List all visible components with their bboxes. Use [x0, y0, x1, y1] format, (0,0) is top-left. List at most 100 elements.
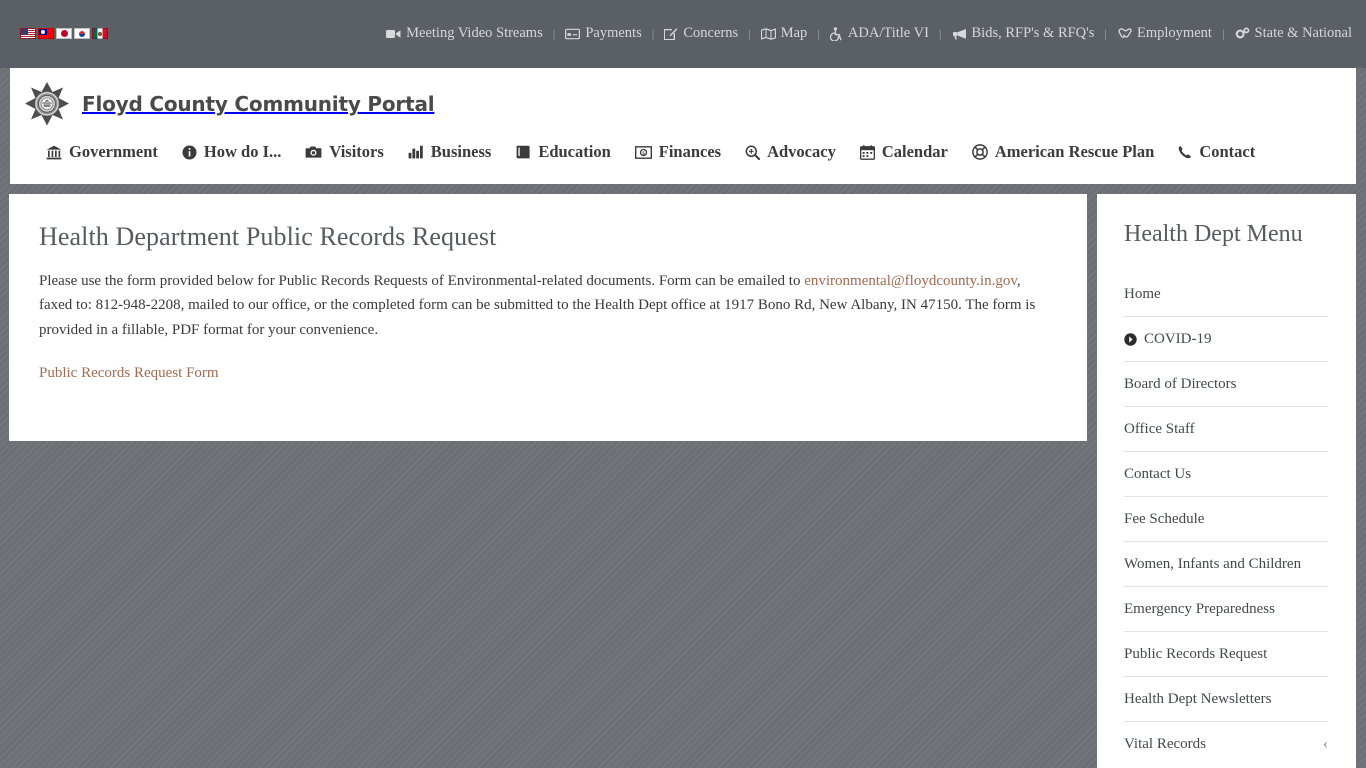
- form-link-container: Public Records Request Form: [9, 342, 1087, 382]
- top-link-label: Meeting Video Streams: [406, 25, 543, 41]
- nav-item-label: American Rescue Plan: [994, 142, 1155, 161]
- sidebar-item-health-dept-newsletters[interactable]: Health Dept Newsletters: [1124, 677, 1328, 722]
- separator: |: [748, 25, 751, 41]
- top-link-state-and-national[interactable]: State & National: [1233, 25, 1354, 42]
- nav-item-label: How do I...: [203, 142, 282, 161]
- county-seal-logo: [24, 81, 70, 127]
- paragraph-text-before-link: Please use the form provided below for P…: [39, 273, 805, 289]
- sidebar-item-women-infants-and-children[interactable]: Women, Infants and Children: [1124, 542, 1328, 587]
- pencil-square-icon: [664, 27, 678, 40]
- life-ring-icon: [971, 144, 988, 160]
- top-link-ada-title-vi[interactable]: ADA/Title VI: [828, 25, 931, 42]
- cogs-icon: [1235, 27, 1250, 40]
- nav-item-how-do-i[interactable]: How do I...: [170, 138, 293, 166]
- nav-item-label: Finances: [658, 142, 722, 161]
- top-link-label: Concerns: [683, 25, 739, 41]
- flag-united-states[interactable]: [20, 28, 36, 39]
- flag-south-korea[interactable]: [74, 28, 90, 39]
- sidebar-item-fee-schedule[interactable]: Fee Schedule: [1124, 497, 1328, 542]
- book-icon: [515, 145, 531, 159]
- info-circle-icon: [182, 145, 197, 160]
- sidebar-item-home[interactable]: Home: [1124, 272, 1328, 317]
- top-link-meeting-video-streams[interactable]: Meeting Video Streams: [384, 25, 545, 42]
- sidebar-item-label: Emergency Preparedness: [1124, 600, 1275, 617]
- nav-item-label: Government: [69, 142, 158, 161]
- flag-mexico[interactable]: [92, 28, 108, 39]
- sidebar-item-public-records-request[interactable]: Public Records Request: [1124, 632, 1328, 677]
- bar-chart-icon: [408, 145, 424, 159]
- nav-item-label: Calendar: [881, 142, 948, 161]
- top-link-payments[interactable]: Payments: [563, 25, 643, 42]
- separator: |: [1221, 25, 1225, 41]
- sidebar-item-label: Fee Schedule: [1124, 510, 1205, 527]
- public-records-request-form-link[interactable]: Public Records Request Form: [39, 365, 219, 381]
- credit-card-icon: [565, 28, 581, 40]
- separator: |: [938, 25, 942, 41]
- camera-icon: [305, 145, 322, 159]
- site-brand[interactable]: Floyd County Community Portal: [24, 74, 435, 134]
- page-title: Health Department Public Records Request: [39, 222, 497, 251]
- bullhorn-icon: [952, 28, 967, 40]
- top-link-employment[interactable]: Employment: [1115, 25, 1214, 42]
- nav-item-label: Advocacy: [767, 142, 836, 161]
- arrow-circle-right-icon: [1124, 332, 1137, 346]
- flag-taiwan[interactable]: [38, 28, 54, 39]
- site-title: Floyd County Community Portal: [82, 92, 435, 116]
- nav-item-label: Business: [430, 142, 492, 161]
- nav-item-calendar[interactable]: Calendar: [848, 138, 960, 166]
- sidebar-item-label: Health Dept Newsletters: [1124, 690, 1272, 707]
- sidebar-item-label: Office Staff: [1124, 420, 1195, 437]
- sidebar-item-label: Vital Records: [1124, 736, 1206, 752]
- top-link-map[interactable]: Map: [759, 25, 810, 42]
- wheelchair-icon: [829, 26, 843, 41]
- sidebar-item-office-staff[interactable]: Office Staff: [1124, 407, 1328, 452]
- sidebar-menu-list: Home COVID-19 Board of Directors Office …: [1097, 272, 1356, 767]
- separator: |: [1104, 25, 1108, 41]
- sidebar-item-emergency-preparedness[interactable]: Emergency Preparedness: [1124, 587, 1328, 632]
- email-link[interactable]: environmental@floydcounty.in.gov: [804, 273, 1017, 289]
- chevron-left-icon[interactable]: ‹: [1323, 737, 1328, 752]
- sidebar-item-board-of-directors[interactable]: Board of Directors: [1124, 362, 1328, 407]
- bank-icon: [46, 145, 62, 160]
- sidebar-item-label: Women, Infants and Children: [1124, 555, 1302, 572]
- top-link-bids-rfps-rfqs[interactable]: Bids, RFP's & RFQ's: [950, 25, 1097, 42]
- intro-paragraph: Please use the form provided below for P…: [9, 252, 1087, 342]
- money-icon: $: [634, 145, 652, 159]
- top-link-label: State & National: [1254, 25, 1352, 41]
- map-icon: [760, 27, 776, 40]
- phone-icon: [1178, 145, 1192, 159]
- nav-item-finances[interactable]: $ Finances: [623, 138, 733, 166]
- top-link-label: Employment: [1137, 25, 1212, 41]
- separator: |: [817, 25, 820, 41]
- flag-japan[interactable]: [56, 28, 72, 39]
- sidebar-item-contact-us[interactable]: Contact Us: [1124, 452, 1328, 497]
- sidebar-item-label: COVID-19: [1144, 330, 1212, 347]
- sidebar-item-vital-records[interactable]: Vital Records ‹: [1124, 722, 1328, 767]
- sidebar-item-label: Home: [1124, 285, 1161, 302]
- video-camera-icon: [386, 28, 401, 40]
- nav-item-government[interactable]: Government: [34, 138, 170, 166]
- separator: |: [552, 25, 556, 41]
- language-flag-switcher[interactable]: [20, 28, 108, 39]
- top-link-label: Bids, RFP's & RFQ's: [971, 25, 1095, 41]
- nav-item-visitors[interactable]: Visitors: [293, 138, 395, 166]
- nav-item-advocacy[interactable]: Advocacy: [733, 138, 848, 166]
- top-utility-links: Meeting Video Streams | Payments | Conce…: [384, 25, 1354, 42]
- top-link-label: ADA/Title VI: [847, 25, 929, 41]
- sidebar-item-label: Board of Directors: [1124, 375, 1237, 392]
- site-header: Floyd County Community Portal Government…: [10, 68, 1356, 184]
- sidebar-item-covid-19[interactable]: COVID-19: [1124, 317, 1328, 362]
- nav-item-contact[interactable]: Contact: [1166, 138, 1267, 166]
- sidebar-item-label: Contact Us: [1124, 465, 1192, 482]
- search-plus-icon: [745, 145, 761, 160]
- top-link-concerns[interactable]: Concerns: [662, 25, 740, 42]
- nav-item-label: Visitors: [329, 142, 384, 161]
- main-content-panel: Health Department Public Records Request…: [9, 194, 1087, 441]
- nav-item-american-rescue-plan[interactable]: American Rescue Plan: [960, 138, 1166, 166]
- sidebar-panel: Health Dept Menu Home COVID-19 Board of …: [1097, 194, 1356, 768]
- sidebar-item-label: Public Records Request: [1124, 645, 1268, 662]
- nav-item-label: Contact: [1199, 142, 1256, 161]
- top-link-label: Map: [780, 25, 808, 41]
- nav-item-education[interactable]: Education: [503, 138, 622, 166]
- nav-item-business[interactable]: Business: [396, 138, 504, 166]
